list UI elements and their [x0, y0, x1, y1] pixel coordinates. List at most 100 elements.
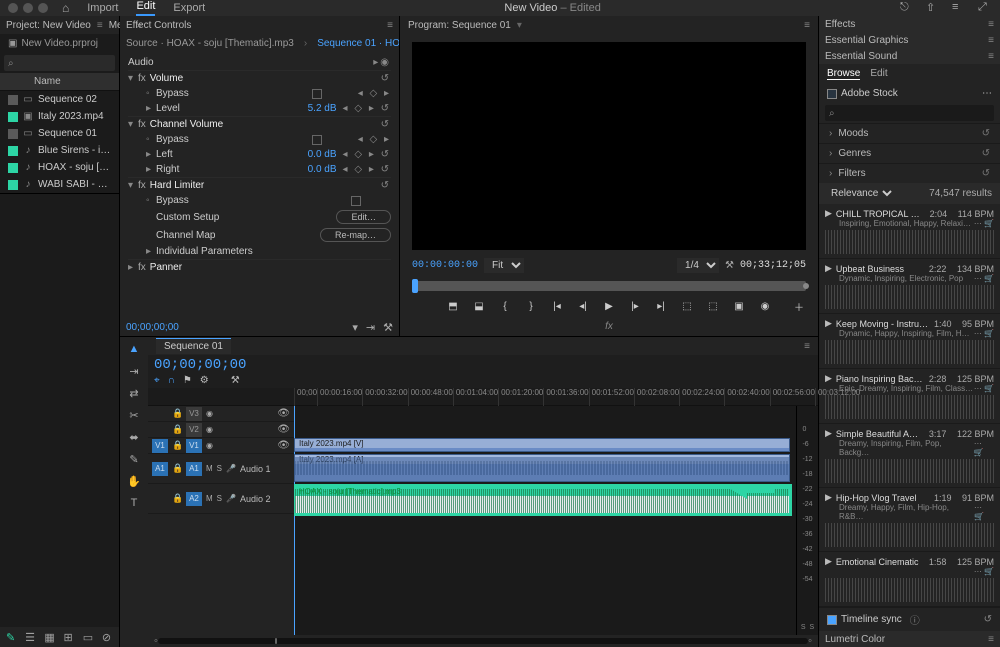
bin-item[interactable]: ♪Blue Sirens - in th — [0, 142, 119, 159]
play-icon[interactable]: ▶ — [602, 299, 616, 313]
edit-button[interactable]: Edit… — [336, 210, 391, 224]
panel-menu-icon[interactable]: ≡ — [988, 51, 994, 62]
essential-sound-tab[interactable]: Essential Sound — [825, 51, 897, 62]
add-cart-icon[interactable]: ⋯ 🛒 — [974, 219, 994, 228]
es-edit-tab[interactable]: Edit — [870, 68, 887, 80]
panel-menu-icon[interactable]: ≡ — [988, 19, 994, 30]
selection-tool-icon[interactable]: ▲ — [126, 341, 142, 357]
ec-timecode[interactable]: 00;00;00;00 — [126, 322, 179, 333]
track-select-tool-icon[interactable]: ⇥ — [126, 363, 142, 379]
target-v1[interactable]: V1 — [186, 439, 202, 453]
stock-track-card[interactable]: ▶Keep Moving - Instrumental1:40 95 BPMDy… — [819, 314, 1000, 369]
eye-icon[interactable]: 👁 — [277, 408, 290, 419]
target-v2[interactable]: V2 — [186, 423, 202, 437]
voice-a1[interactable]: 🎤 — [226, 464, 236, 473]
home-icon[interactable]: ⌂ — [62, 1, 69, 15]
stock-track-card[interactable]: ▶Simple Beautiful Ambient …3:17 122 BPMD… — [819, 424, 1000, 488]
eye-icon[interactable]: 👁 — [277, 424, 290, 435]
solo-a1[interactable]: S — [217, 464, 222, 473]
source-clip-tab[interactable]: Source · HOAX - soju [Thematic].mp3 — [126, 38, 294, 49]
mark-clip-icon[interactable]: } — [524, 299, 538, 313]
play-preview-icon[interactable]: ▶ — [825, 492, 832, 503]
es-search-input[interactable]: ⌕ — [825, 105, 994, 121]
slip-tool-icon[interactable]: ⬌ — [126, 429, 142, 445]
sort-select[interactable]: Relevance — [827, 187, 895, 200]
workspace-menu-icon[interactable]: ≡ — [952, 1, 966, 15]
step-fwd-icon[interactable]: |▸ — [628, 299, 642, 313]
twirl-channel[interactable]: ▾ — [128, 119, 138, 130]
filter-genres[interactable]: ›Genres↺ — [819, 143, 1000, 163]
ripple-tool-icon[interactable]: ⇄ — [126, 385, 142, 401]
stock-track-card[interactable]: ▶Upbeat Business2:22 134 BPMDynamic, Ins… — [819, 259, 1000, 314]
play-preview-icon[interactable]: ▶ — [825, 373, 832, 384]
waveform-preview[interactable] — [825, 340, 994, 364]
bypass-checkbox[interactable] — [312, 89, 322, 99]
waveform-preview[interactable] — [825, 285, 994, 309]
timeline-sync-checkbox[interactable] — [827, 615, 837, 625]
filter-moods[interactable]: ›Moods↺ — [819, 123, 1000, 143]
essential-graphics-tab[interactable]: Essential Graphics — [825, 35, 908, 46]
clip-v1[interactable]: Italy 2023.mp4 [V] — [294, 438, 790, 452]
project-tab[interactable]: Project: New Video — [6, 20, 91, 31]
lock-icon[interactable]: 🔒 — [172, 408, 182, 419]
add-button-icon[interactable]: ＋ — [792, 299, 806, 313]
name-column[interactable]: Name — [34, 76, 61, 87]
add-cart-icon[interactable]: ⋯ 🛒 — [974, 274, 994, 283]
export-frame-icon[interactable]: ▣ — [732, 299, 746, 313]
mark-clip-icon[interactable]: { — [498, 299, 512, 313]
trash-icon[interactable]: ⊘ — [102, 631, 113, 643]
icon-view-icon[interactable]: ▦ — [44, 631, 55, 643]
stock-track-card[interactable]: ▶CHILL TROPICAL HOUSE (…2:04 114 BPMInsp… — [819, 204, 1000, 259]
target-a1[interactable]: A1 — [186, 462, 202, 476]
panel-menu-icon[interactable]: ≡ — [988, 634, 994, 645]
sync-reset-icon[interactable]: ↺ — [984, 614, 992, 625]
quick-export-icon[interactable]: ⎋ — [900, 1, 914, 15]
lock-icon[interactable]: 🔒 — [172, 463, 182, 474]
eye-icon[interactable]: 👁 — [277, 440, 290, 451]
solo-s1[interactable]: S — [801, 624, 806, 631]
settings-toggle[interactable]: ⚙ — [200, 375, 209, 386]
mark-in-icon[interactable]: ⬒ — [446, 299, 460, 313]
reset-icon[interactable]: ↺ — [982, 128, 990, 139]
twirl-panner[interactable]: ▸ — [128, 262, 138, 273]
filter-filters[interactable]: ›Filters↺ — [819, 163, 1000, 183]
new-item-icon[interactable]: ✎ — [6, 631, 17, 643]
nav-import[interactable]: Import — [87, 2, 118, 14]
stock-track-card[interactable]: ▶Piano Inspiring Background2:28 125 BPME… — [819, 369, 1000, 424]
panel-menu-icon[interactable]: ≡ — [988, 35, 994, 46]
solo-s2[interactable]: S — [810, 624, 815, 631]
close-traffic[interactable] — [8, 3, 18, 13]
timeline-tab[interactable]: Sequence 01 — [156, 338, 231, 354]
clip-a2-selected[interactable]: HOAX - soju [Thematic].mp3 — [294, 486, 790, 514]
lumetri-tab[interactable]: Lumetri Color — [825, 634, 885, 645]
snap-toggle[interactable]: ⌖ — [154, 375, 160, 386]
time-ruler[interactable]: 00;0000:00:16:0000:00:32:0000:00:48:0000… — [294, 388, 818, 406]
play-preview-icon[interactable]: ▶ — [825, 428, 832, 439]
bin-item[interactable]: ▣Italy 2023.mp4 — [0, 108, 119, 125]
twirl-level[interactable]: ▸ — [146, 103, 156, 114]
play-preview-icon[interactable]: ▶ — [825, 263, 832, 274]
target-v3[interactable]: V3 — [186, 407, 202, 421]
program-tab[interactable]: Program: Sequence 01 — [408, 20, 511, 31]
pin-icon[interactable]: ⇥ — [366, 321, 375, 334]
camera-icon[interactable]: ◉ — [758, 299, 772, 313]
settings-icon[interactable]: ⚒ — [725, 260, 734, 271]
go-out-icon[interactable]: ▸| — [654, 299, 668, 313]
add-cart-icon[interactable]: ⋯ 🛒 — [974, 567, 994, 576]
add-cart-icon[interactable]: ⋯ 🛒 — [974, 503, 994, 521]
pen-tool-icon[interactable]: ✎ — [126, 451, 142, 467]
waveform-preview[interactable] — [825, 459, 994, 483]
limiter-bypass-checkbox[interactable] — [351, 196, 361, 206]
program-scrubber[interactable] — [412, 281, 806, 291]
voice-a2[interactable]: 🎤 — [226, 494, 236, 503]
timeline-menu-icon[interactable]: ≡ — [804, 341, 810, 352]
new-bin-icon[interactable]: ▭ — [83, 631, 94, 643]
timeline-timecode[interactable]: 00;00;00;00 — [154, 357, 246, 373]
program-viewport[interactable] — [412, 42, 806, 250]
source-v1[interactable]: V1 — [152, 439, 168, 453]
twirl-limiter[interactable]: ▾ — [128, 180, 138, 191]
share-icon[interactable]: ⇧ — [926, 1, 940, 15]
zoom-traffic[interactable] — [38, 3, 48, 13]
nav-edit[interactable]: Edit — [136, 0, 155, 16]
waveform-preview[interactable] — [825, 230, 994, 254]
